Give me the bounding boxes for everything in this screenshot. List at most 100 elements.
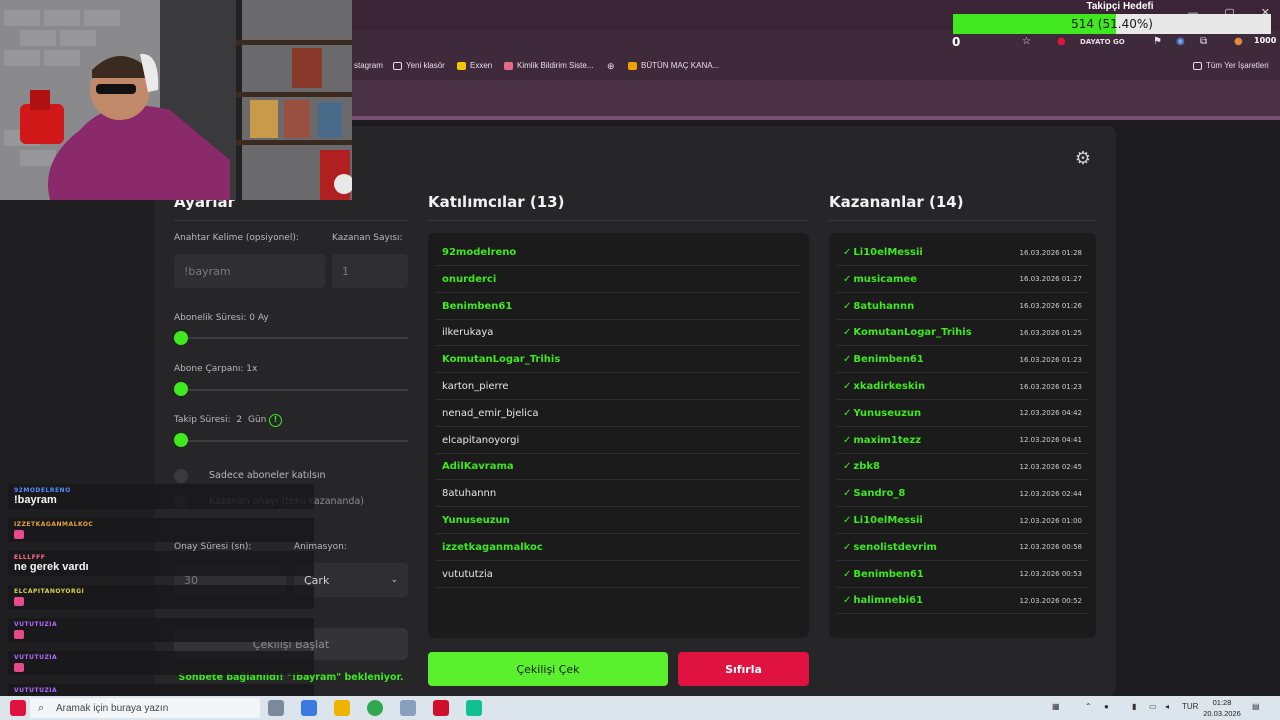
webcam-overlay xyxy=(0,0,352,200)
start-icon[interactable] xyxy=(10,700,26,716)
slider-handle[interactable] xyxy=(174,433,188,447)
winner-row: ✓ Li10elMessii 12.03.2026 01:00 xyxy=(837,508,1088,534)
extension-icon[interactable]: ◉ xyxy=(1176,36,1185,47)
check-icon: ✓ xyxy=(843,515,852,526)
winner-date: 12.03.2026 01:00 xyxy=(1019,516,1082,525)
winner-name: Benimben61 xyxy=(853,568,924,580)
language-indicator[interactable]: TUR xyxy=(1182,702,1198,711)
gear-icon[interactable]: ⚙ xyxy=(1073,149,1093,169)
bookmark-item[interactable]: Kimlik Bildirim Siste... xyxy=(504,61,593,70)
keyword-input[interactable]: !bayram xyxy=(174,254,325,288)
app-icon[interactable] xyxy=(466,700,482,716)
bookmark-item[interactable]: Exxen xyxy=(457,61,492,70)
star-icon[interactable]: ☆ xyxy=(1022,36,1031,47)
extension-icon[interactable]: ● xyxy=(1057,36,1066,47)
app-icon[interactable] xyxy=(433,700,449,716)
info-icon[interactable]: ! xyxy=(269,414,282,427)
participant-name: 8atuhannn xyxy=(442,488,497,500)
bookmark-item[interactable]: Yeni klasör xyxy=(393,61,445,70)
sub-multiplier-slider[interactable] xyxy=(174,389,408,391)
participant-row: 8atuhannn xyxy=(436,481,801,508)
chat-username: VUTUTUZIA xyxy=(14,654,58,661)
winner-date: 16.03.2026 01:23 xyxy=(1019,355,1082,364)
tray-icon[interactable]: ● xyxy=(1104,702,1109,711)
network-icon[interactable]: ▭ xyxy=(1149,702,1157,711)
participants-title: Katılımcılar (13) xyxy=(428,193,565,211)
bookmark-item[interactable]: BÜTÜN MAÇ KANA... xyxy=(628,61,719,70)
chat-username: VUTUTUZIA xyxy=(14,687,58,694)
winner-date: 16.03.2026 01:25 xyxy=(1019,328,1082,337)
winner-name: KomutanLogar_Trihis xyxy=(853,327,972,339)
search-icon: ⌕ xyxy=(38,701,45,714)
winner-date: 12.03.2026 02:44 xyxy=(1019,489,1082,498)
all-bookmarks[interactable]: Tüm Yer İşaretleri xyxy=(1193,61,1269,70)
check-icon: ✓ xyxy=(843,273,852,285)
sub-duration-slider[interactable] xyxy=(174,337,408,339)
taskbar-search[interactable]: ⌕ Aramak için buraya yazın xyxy=(30,698,260,718)
chat-username: 92MODELRENO xyxy=(14,487,71,494)
winner-date: 12.03.2026 04:41 xyxy=(1019,436,1082,445)
keyword-label: Anahtar Kelime (opsiyonel): xyxy=(174,233,299,243)
participant-row: ilkerukaya xyxy=(436,320,801,347)
winner-name: musicamee xyxy=(853,273,917,285)
participant-name: 92modelreno xyxy=(442,247,517,258)
participant-name: vutututzia xyxy=(442,568,493,580)
site-icon xyxy=(628,61,637,70)
winners-title: Kazananlar (14) xyxy=(829,193,964,211)
participant-name: KomutanLogar_Trihis xyxy=(442,354,561,366)
divider xyxy=(174,220,408,221)
extension-icon[interactable]: ⚑ xyxy=(1153,36,1162,47)
task-view-icon[interactable] xyxy=(268,700,284,716)
check-icon: ✓ xyxy=(843,300,852,312)
volume-icon[interactable]: ◂ xyxy=(1165,702,1169,711)
check-icon: ✓ xyxy=(843,595,852,607)
winner-row: ✓ KomutanLogar_Trihis 16.03.2026 01:25 xyxy=(837,320,1088,347)
participant-name: Benimben61 xyxy=(442,300,513,312)
check-icon: ✓ xyxy=(843,327,852,339)
follow-goal-start: 0 xyxy=(952,35,961,49)
subs-only-toggle[interactable] xyxy=(174,469,188,483)
participant-row: onurderci xyxy=(436,267,801,293)
winner-name: Li10elMessii xyxy=(853,515,923,526)
chat-username: ELLLFFF xyxy=(14,554,46,561)
participant-row: izzetkaganmalkoc xyxy=(436,535,801,561)
bookmark-item[interactable]: ⊕ xyxy=(607,61,619,72)
slider-handle[interactable] xyxy=(174,331,188,345)
participant-name: AdilKavrama xyxy=(442,461,514,473)
avatar[interactable]: ● xyxy=(1234,36,1243,47)
emote-icon xyxy=(14,597,24,606)
check-icon: ✓ xyxy=(843,354,852,366)
tray-icon[interactable]: ▦ xyxy=(1052,702,1060,711)
check-icon: ✓ xyxy=(843,247,852,258)
extensions-puzzle-icon[interactable]: ⧉ xyxy=(1200,36,1207,47)
taskbar-clock[interactable]: 01:28 20.03.2026 xyxy=(1200,697,1244,719)
winner-date: 12.03.2026 02:45 xyxy=(1019,462,1082,471)
participant-name: ilkerukaya xyxy=(442,327,494,339)
toolbar-text: DAYATO GO xyxy=(1080,38,1125,46)
notification-icon[interactable]: ▤ xyxy=(1252,702,1260,711)
participant-name: karton_pierre xyxy=(442,381,509,392)
app-icon[interactable] xyxy=(301,700,317,716)
tray-icon[interactable]: ▮ xyxy=(1132,702,1136,711)
folder-icon[interactable] xyxy=(334,700,350,716)
winners-count-input[interactable]: 1 xyxy=(332,254,408,288)
follow-duration-slider[interactable] xyxy=(174,440,408,442)
winner-row: ✓ Benimben61 12.03.2026 00:53 xyxy=(837,562,1088,588)
chrome-icon[interactable] xyxy=(367,700,383,716)
app-icon[interactable] xyxy=(400,700,416,716)
chat-message: ELCAPITANOYORGI xyxy=(8,585,314,609)
chat-message: 92MODELRENO !bayram xyxy=(8,484,314,509)
winner-name: zbk8 xyxy=(853,461,880,473)
winner-date: 12.03.2026 00:53 xyxy=(1019,570,1082,579)
slider-handle[interactable] xyxy=(174,382,188,396)
reset-button[interactable]: Sıfırla xyxy=(678,652,809,686)
participant-row: KomutanLogar_Trihis xyxy=(436,347,801,374)
participant-row: karton_pierre xyxy=(436,374,801,400)
bookmark-item[interactable]: stagram xyxy=(354,61,383,70)
draw-button[interactable]: Çekilişi Çek xyxy=(428,652,668,686)
participant-row: Benimben61 xyxy=(436,294,801,320)
winner-row: ✓ xkadirkeskin 16.03.2026 01:23 xyxy=(837,374,1088,400)
winners-list: ✓ Li10elMessii 16.03.2026 01:28 ✓ musicamee 1… xyxy=(829,233,1096,638)
winner-row: ✓ Li10elMessii 16.03.2026 01:28 xyxy=(837,240,1088,266)
tray-chevron-icon[interactable]: ⌃ xyxy=(1085,702,1092,711)
